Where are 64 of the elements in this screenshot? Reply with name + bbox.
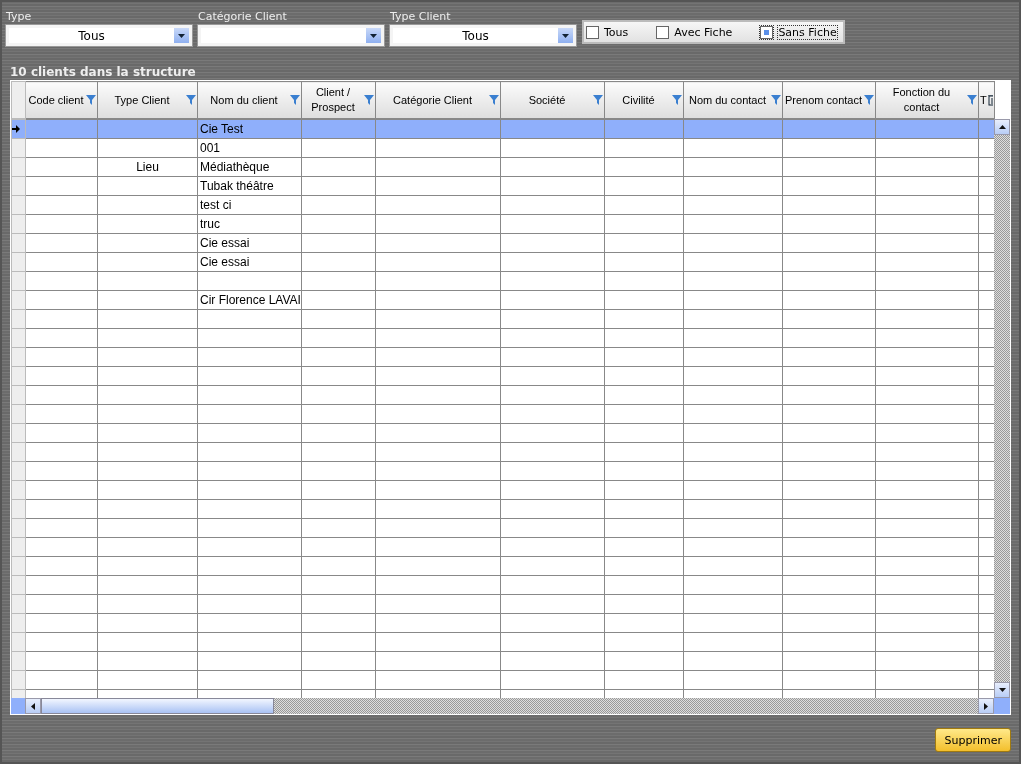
- table-cell: Médiathèque: [197, 157, 302, 177]
- table-row[interactable]: Lieu Médiathèque: [11, 157, 994, 177]
- checkbox[interactable]: [586, 25, 599, 39]
- dropdown[interactable]: Tous: [390, 25, 576, 46]
- table-cell: 001: [197, 138, 302, 158]
- scroll-down-icon[interactable]: [998, 688, 1006, 692]
- checkbox-label[interactable]: Avec Fiche: [674, 25, 733, 39]
- vertical-scrollbar[interactable]: [994, 119, 1010, 698]
- field-label: Type: [6, 10, 33, 23]
- table-cell: Cie Test: [197, 119, 302, 139]
- table-row[interactable]: Cie essai: [11, 252, 994, 272]
- table-row[interactable]: 001: [11, 138, 994, 158]
- table-row[interactable]: truc: [11, 214, 994, 234]
- filter-icon[interactable]: [967, 95, 977, 105]
- delete-button[interactable]: Supprimer: [935, 728, 1011, 752]
- scrollbar-corner: [994, 698, 1010, 714]
- table-cell: Lieu: [97, 157, 198, 177]
- checkbox[interactable]: [760, 25, 774, 39]
- column-header[interactable]: Code client: [25, 81, 98, 119]
- table-row[interactable]: Cie essai: [11, 233, 994, 253]
- table-row[interactable]: Tubak théâtre: [11, 176, 994, 196]
- filter-icon[interactable]: [290, 95, 300, 105]
- checkbox-label[interactable]: Sans Fiche: [778, 25, 837, 39]
- scroll-right-icon[interactable]: [984, 702, 988, 710]
- field-label: Catégorie Client: [198, 10, 288, 23]
- column-header[interactable]: Type Client: [97, 81, 198, 119]
- current-row-arrow-icon: [12, 125, 20, 133]
- column-header[interactable]: Société: [500, 81, 605, 119]
- filter-icon[interactable]: [864, 95, 874, 105]
- column-header[interactable]: Catégorie Client: [375, 81, 501, 119]
- checkbox[interactable]: [656, 25, 670, 39]
- column-header[interactable]: Civilité: [604, 81, 684, 119]
- column-header[interactable]: Client / Prospect: [301, 81, 376, 119]
- field-label: Type Client: [390, 10, 452, 23]
- horizontal-scrollbar[interactable]: [11, 698, 1010, 714]
- table-cell: truc: [197, 214, 302, 234]
- filter-icon[interactable]: [593, 95, 603, 105]
- column-header[interactable]: Nom du contact: [683, 81, 783, 119]
- filter-icon[interactable]: [672, 95, 682, 105]
- column-header[interactable]: Fonction du contact: [875, 81, 979, 119]
- table-cell: Cir Florence LAVAI: [197, 290, 302, 310]
- checkbox-label[interactable]: Tous: [604, 25, 629, 39]
- table-cell: Cie essai: [197, 252, 302, 272]
- table-row[interactable]: test ci: [11, 195, 994, 215]
- table-title: 10 clients dans la structure: [10, 65, 197, 79]
- dropdown[interactable]: Tous: [6, 25, 192, 46]
- scroll-left-icon[interactable]: [31, 702, 35, 710]
- filter-icon[interactable]: [364, 95, 374, 105]
- filter-icon[interactable]: [86, 95, 96, 105]
- table-row[interactable]: Cie Test: [11, 119, 994, 139]
- scrollbar-corner: [11, 698, 25, 714]
- table-cell: Cie essai: [197, 233, 302, 253]
- column-header[interactable]: Nom du client: [197, 81, 302, 119]
- filter-icon[interactable]: [489, 95, 499, 105]
- table-row[interactable]: Cir Florence LAVAI: [11, 290, 994, 310]
- row-header: [11, 81, 26, 119]
- column-chooser-icon[interactable]: [987, 94, 993, 106]
- filter-icon[interactable]: [771, 95, 781, 105]
- table-cell: Tubak théâtre: [197, 176, 302, 196]
- table-row[interactable]: [11, 271, 994, 291]
- column-header[interactable]: Prenom contact: [782, 81, 876, 119]
- scroll-up-icon[interactable]: [998, 125, 1006, 129]
- table-cell: test ci: [197, 195, 302, 215]
- filter-icon[interactable]: [186, 95, 196, 105]
